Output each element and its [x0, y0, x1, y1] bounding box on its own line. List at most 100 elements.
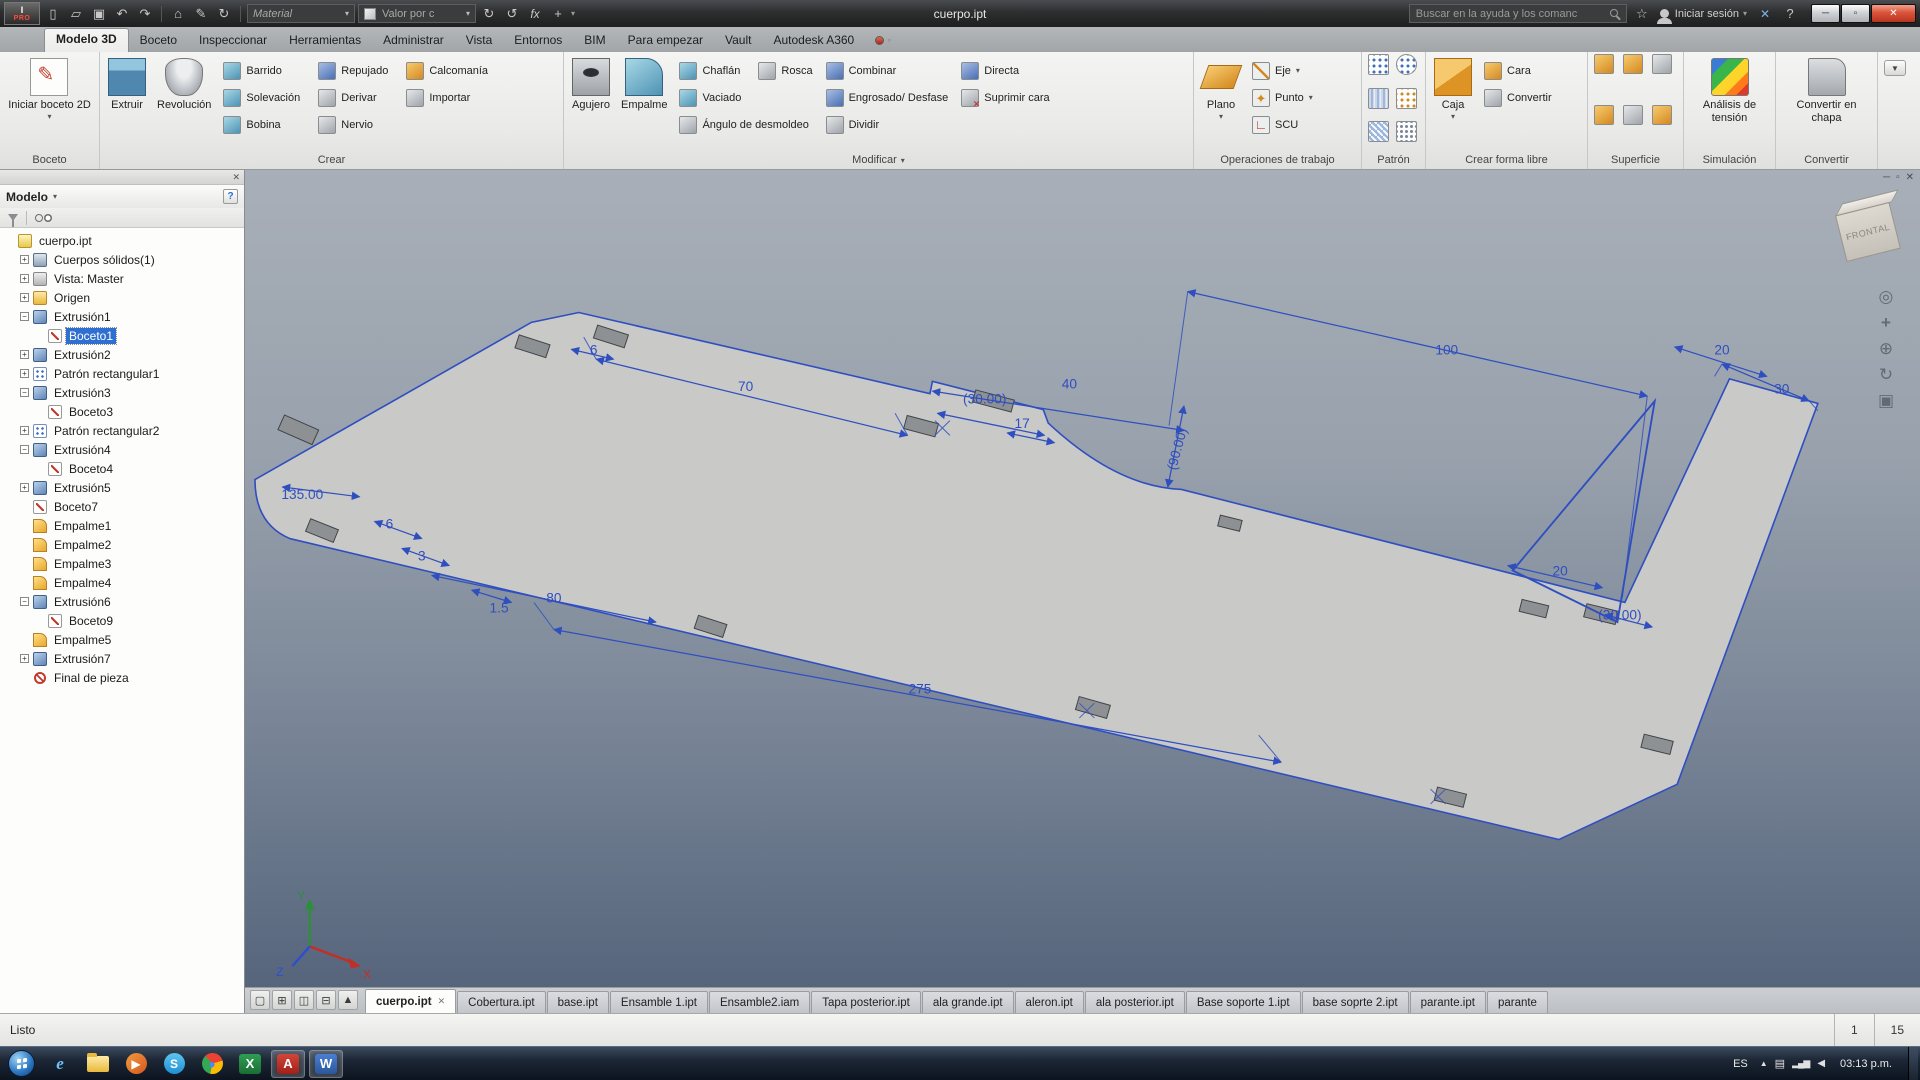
calcomania-button[interactable]: Calcomanía: [403, 57, 491, 84]
engrosado-button[interactable]: Engrosado/ Desfase: [823, 84, 952, 111]
tree-item[interactable]: +Origen: [0, 288, 244, 307]
ribbon-collapse-button[interactable]: ▼: [1884, 60, 1906, 76]
dimension-label[interactable]: 6: [590, 342, 598, 357]
caja-button[interactable]: Caja ▾: [1432, 57, 1474, 122]
vaciado-button[interactable]: Vaciado: [676, 84, 815, 111]
tree-item[interactable]: Boceto7: [0, 497, 244, 516]
surface-tool-icon-3[interactable]: [1652, 54, 1672, 74]
file-explorer-icon[interactable]: [81, 1050, 115, 1078]
combinar-button[interactable]: Combinar: [823, 57, 952, 84]
extruir-button[interactable]: Extruir: [106, 57, 148, 113]
surface-tool-icon-1[interactable]: [1594, 54, 1614, 74]
pattern-option-icon-1[interactable]: [1368, 121, 1389, 142]
tree-item[interactable]: +Extrusión7: [0, 649, 244, 668]
look-at-icon[interactable]: ▣: [1878, 392, 1894, 409]
revolucion-button[interactable]: Revolución: [155, 57, 213, 113]
dimension-label[interactable]: 275: [909, 681, 932, 696]
ribbon-tab-inspeccionar[interactable]: Inspeccionar: [188, 29, 278, 52]
close-button[interactable]: ✕: [1871, 4, 1916, 23]
viewport-close-button[interactable]: ✕: [1906, 172, 1914, 183]
ribbon-tab-entornos[interactable]: Entornos: [503, 29, 573, 52]
tree-item[interactable]: −Extrusión4: [0, 440, 244, 459]
document-tab[interactable]: base.ipt: [547, 991, 609, 1013]
browser-help-icon[interactable]: ?: [223, 189, 238, 204]
angulo-desmoldeo-button[interactable]: Ángulo de desmoldeo: [676, 111, 815, 138]
chevron-down-icon[interactable]: ▾: [47, 112, 51, 121]
viewport-restore-button[interactable]: ▫: [1896, 172, 1900, 183]
tree-expander[interactable]: +: [20, 369, 29, 378]
document-tab[interactable]: ala grande.ipt: [922, 991, 1014, 1013]
tree-expander[interactable]: −: [20, 388, 29, 397]
internet-explorer-icon[interactable]: e: [43, 1050, 77, 1078]
tree-item[interactable]: +Vista: Master: [0, 269, 244, 288]
favorites-star-icon[interactable]: ☆: [1632, 4, 1652, 24]
ribbon-tab-bim[interactable]: BIM: [573, 29, 616, 52]
expand-tabs-icon[interactable]: ▲: [338, 990, 358, 1010]
language-indicator[interactable]: ES: [1729, 1056, 1752, 1072]
tree-item[interactable]: +Patrón rectangular1: [0, 364, 244, 383]
tree-expander[interactable]: +: [20, 255, 29, 264]
ribbon-tab-autodesk-a360[interactable]: Autodesk A360: [762, 29, 865, 52]
dimension-label[interactable]: 70: [738, 379, 754, 394]
media-player-icon[interactable]: ▶: [119, 1050, 153, 1078]
restore-button[interactable]: ▫: [1841, 4, 1870, 23]
adobe-reader-icon[interactable]: A: [271, 1050, 305, 1078]
dimension-label[interactable]: 100: [1435, 342, 1458, 357]
adjust-appearance-icon[interactable]: ↻: [479, 4, 499, 24]
document-tab[interactable]: base soprte 2.ipt: [1302, 991, 1409, 1013]
ribbon-tab-boceto[interactable]: Boceto: [129, 29, 188, 52]
pattern-option-icon-2[interactable]: [1396, 121, 1417, 142]
dimension-label[interactable]: 17: [1014, 416, 1029, 431]
eje-button[interactable]: Eje▾: [1249, 57, 1316, 84]
chaflan-button[interactable]: Chaflán: [676, 57, 743, 84]
measure-icon[interactable]: +: [548, 4, 568, 24]
solevacion-button[interactable]: Solevación: [220, 84, 303, 111]
ribbon-tab-modelo-3d[interactable]: Modelo 3D: [44, 28, 129, 52]
excel-icon[interactable]: X: [233, 1050, 267, 1078]
empalme-button[interactable]: Empalme: [619, 57, 669, 113]
chrome-icon[interactable]: ●: [195, 1050, 229, 1078]
tree-expander[interactable]: +: [20, 350, 29, 359]
tree-item[interactable]: Empalme4: [0, 573, 244, 592]
close-panel-icon[interactable]: ✕: [232, 172, 240, 183]
new-file-icon[interactable]: ▯: [43, 4, 63, 24]
ribbon-tab-administrar[interactable]: Administrar: [372, 29, 455, 52]
viewport[interactable]: 135.00631.580670(30.00)1740(90.00)100275…: [245, 170, 1920, 987]
search-icon[interactable]: [1610, 9, 1618, 17]
exchange-apps-icon[interactable]: ✕: [1755, 4, 1775, 24]
document-tab[interactable]: parante: [1487, 991, 1548, 1013]
tree-expander[interactable]: +: [20, 293, 29, 302]
document-tab[interactable]: parante.ipt: [1410, 991, 1486, 1013]
dimension-label[interactable]: 6: [386, 517, 394, 532]
tree-item[interactable]: cuerpo.ipt: [0, 231, 244, 250]
search-input[interactable]: [1410, 8, 1626, 20]
tree-item[interactable]: Boceto1: [0, 326, 244, 345]
show-desktop-button[interactable]: [1908, 1047, 1918, 1080]
document-tab[interactable]: cuerpo.ipt✕: [365, 989, 456, 1013]
horizontal-split-icon[interactable]: ⊟: [316, 990, 336, 1010]
qat-customize-caret[interactable]: ▾: [571, 9, 575, 18]
dimension-label[interactable]: 40: [1062, 377, 1078, 392]
parameters-fx-icon[interactable]: fx: [525, 4, 545, 24]
document-tab[interactable]: ala posterior.ipt: [1085, 991, 1185, 1013]
tree-expander[interactable]: −: [20, 597, 29, 606]
convertir-chapa-button[interactable]: Convertir en chapa: [1782, 57, 1871, 125]
convertir-forma-button[interactable]: Convertir: [1481, 84, 1555, 111]
surface-tool-icon-5[interactable]: [1623, 105, 1643, 125]
nervio-button[interactable]: Nervio: [315, 111, 391, 138]
barrido-button[interactable]: Barrido: [220, 57, 303, 84]
pan-icon[interactable]: +: [1881, 314, 1891, 331]
rectangular-pattern-icon[interactable]: [1368, 54, 1389, 75]
material-dropdown[interactable]: Material ▾: [247, 4, 355, 23]
mirror-pattern-icon[interactable]: [1368, 88, 1389, 109]
tree-item[interactable]: Final de pieza: [0, 668, 244, 687]
surface-tool-icon-2[interactable]: [1623, 54, 1643, 74]
network-icon[interactable]: ▂▄▆: [1792, 1058, 1809, 1069]
viewport-minimize-button[interactable]: ─: [1883, 172, 1890, 183]
surface-tool-icon-4[interactable]: [1594, 105, 1614, 125]
plano-button[interactable]: Plano ▾: [1200, 57, 1242, 122]
tree-item[interactable]: Empalme1: [0, 516, 244, 535]
tree-item[interactable]: Boceto3: [0, 402, 244, 421]
start-button[interactable]: [8, 1050, 35, 1077]
suprimir-cara-button[interactable]: Suprimir cara: [958, 84, 1052, 111]
